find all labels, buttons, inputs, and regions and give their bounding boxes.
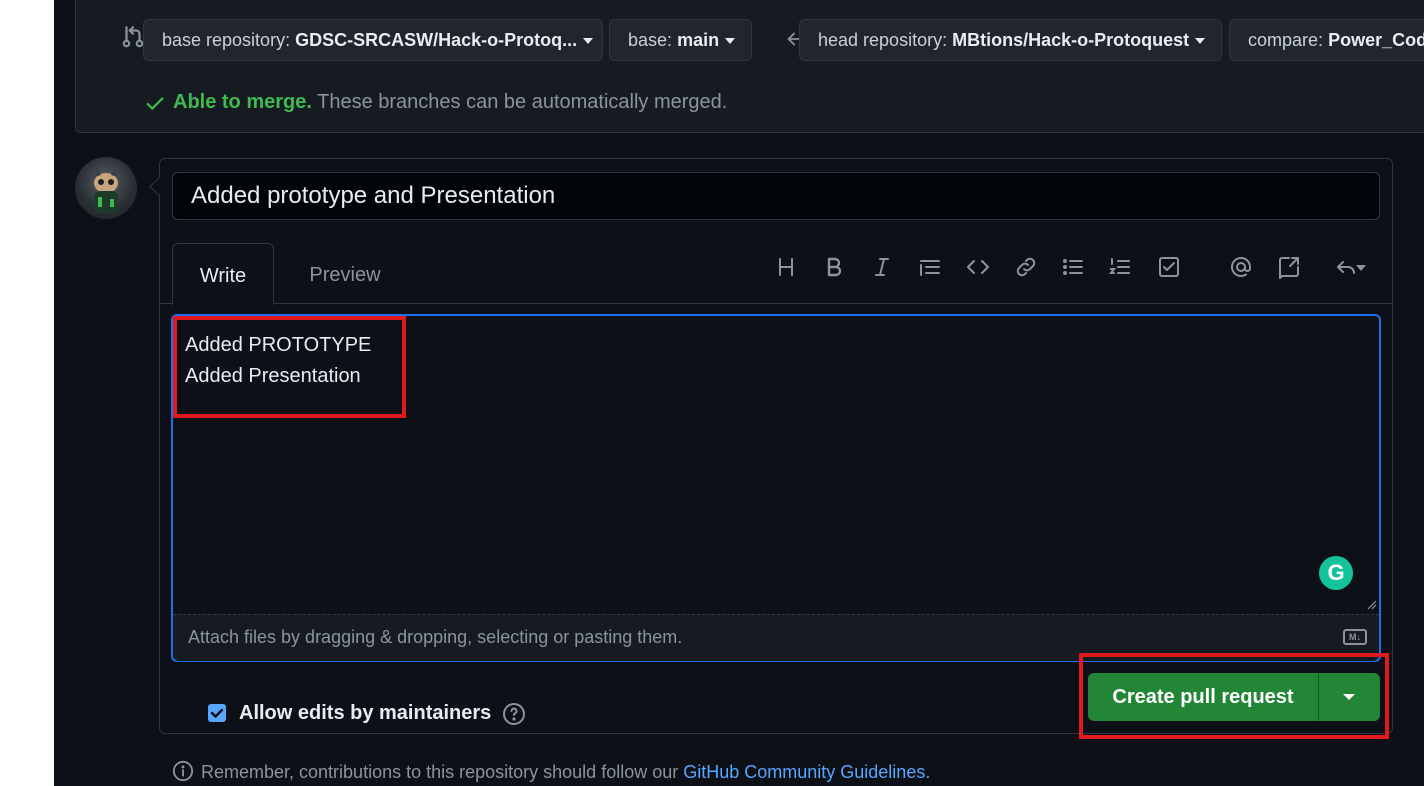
base-branch-value: main	[677, 30, 720, 50]
link-icon[interactable]	[1013, 255, 1039, 281]
community-guidelines-link[interactable]: GitHub Community Guidelines	[683, 762, 925, 782]
question-icon[interactable]	[502, 702, 526, 726]
merge-status-ok: Able to merge.	[173, 91, 312, 113]
info-icon	[172, 760, 194, 782]
compare-branch-selector[interactable]: compare: Power_Codl	[1229, 19, 1424, 61]
quote-icon[interactable]	[917, 255, 943, 281]
base-repository-selector[interactable]: base repository: GDSC-SRCASW/Hack-o-Prot…	[143, 19, 603, 61]
chevron-down-icon	[583, 38, 594, 45]
chevron-down-icon	[1195, 38, 1206, 45]
resize-handle-icon[interactable]	[1367, 600, 1377, 610]
head-repository-label: head repository:	[818, 30, 948, 50]
highlight-box-body	[173, 316, 406, 418]
octocat-avatar-icon	[94, 169, 118, 213]
merge-status-description: These branches can be automatically merg…	[317, 91, 728, 113]
bold-icon[interactable]	[821, 255, 847, 281]
tab-preview[interactable]: Preview	[290, 243, 400, 303]
heading-icon[interactable]	[773, 255, 799, 281]
grammarly-icon[interactable]: G	[1319, 556, 1353, 590]
compare-bar: base repository: GDSC-SRCASW/Hack-o-Prot…	[75, 0, 1424, 133]
compare-branch-label: compare:	[1248, 30, 1324, 50]
cross-reference-icon[interactable]	[1276, 255, 1302, 281]
code-icon[interactable]	[965, 255, 991, 281]
base-repository-value: GDSC-SRCASW/Hack-o-Protoq...	[295, 30, 578, 50]
base-branch-selector[interactable]: base: main	[609, 19, 752, 61]
mention-icon[interactable]	[1228, 255, 1254, 281]
italic-icon[interactable]	[869, 255, 895, 281]
attach-files-hint: Attach files by dragging & dropping, sel…	[188, 627, 683, 647]
checkmark-icon	[210, 708, 224, 718]
check-icon	[146, 97, 164, 110]
reply-icon[interactable]	[1324, 255, 1368, 281]
base-branch-label: base:	[628, 30, 673, 50]
notice-suffix: .	[925, 762, 931, 782]
unordered-list-icon[interactable]	[1060, 255, 1086, 281]
head-repository-value: MBtions/Hack-o-Protoquest	[952, 30, 1190, 50]
base-repository-label: base repository:	[162, 30, 291, 50]
highlight-box-button	[1079, 653, 1389, 739]
compare-branch-value: Power_Codl	[1328, 30, 1424, 50]
markdown-icon[interactable]: M↓	[1343, 629, 1367, 645]
task-list-icon[interactable]	[1156, 255, 1182, 281]
merge-status: Able to merge. These branches can be aut…	[173, 91, 727, 114]
ordered-list-icon[interactable]	[1107, 255, 1133, 281]
notice-text: Remember, contributions to this reposito…	[201, 762, 684, 782]
avatar[interactable]	[75, 157, 137, 219]
page-background: base repository: GDSC-SRCASW/Hack-o-Prot…	[54, 0, 1424, 786]
pr-title-input[interactable]: Added prototype and Presentation	[172, 172, 1380, 220]
chevron-down-icon	[1356, 265, 1366, 271]
head-repository-selector[interactable]: head repository: MBtions/Hack-o-Protoque…	[799, 19, 1222, 61]
tab-write[interactable]: Write	[172, 243, 274, 305]
allow-edits-checkbox[interactable]	[208, 704, 226, 722]
allow-edits-label: Allow edits by maintainers	[239, 702, 492, 724]
chevron-down-icon	[725, 38, 736, 45]
